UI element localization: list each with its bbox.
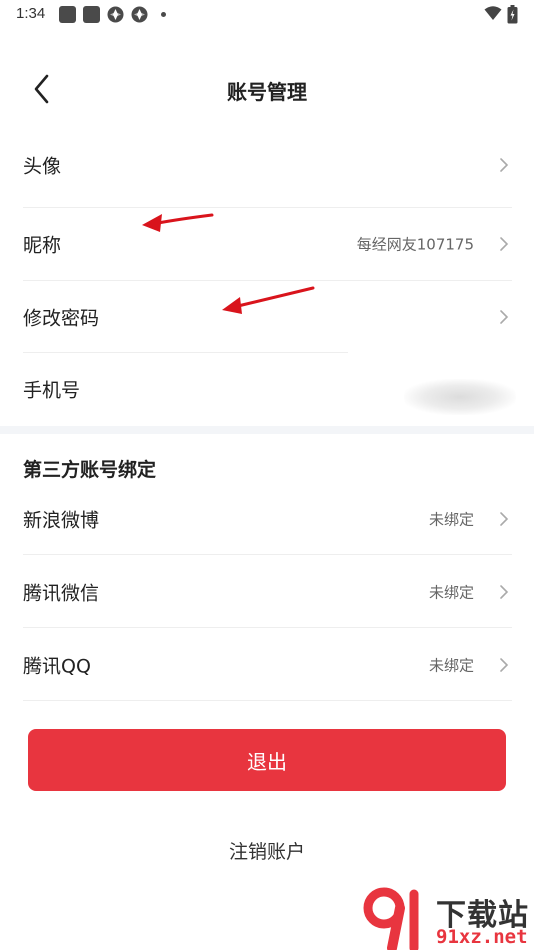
chevron-right-icon [500,310,509,324]
chevron-right-icon [500,512,509,526]
cancel-account-link[interactable]: 注销账户 [0,837,534,864]
row-label: 修改密码 [23,307,100,330]
chevron-right-icon [500,658,509,672]
chevron-right-icon [500,158,509,172]
notification-app-icon [59,6,76,23]
row-label: 手机号 [23,379,81,402]
logout-button[interactable]: 退出 [28,729,506,791]
row-phone[interactable]: 手机号 [0,353,534,425]
divider [23,627,512,628]
section-separator [0,426,534,434]
row-label: 腾讯QQ [23,655,91,678]
binding-status: 未绑定 [428,510,474,529]
row-label: 腾讯微信 [23,582,100,605]
more-notifications-dot-icon [161,12,166,17]
nickname-value: 每经网友107175 [356,235,474,254]
watermark-logo-icon [363,887,419,950]
watermark: 下载站 91xz.net [362,886,534,950]
header: 账号管理 [0,60,534,118]
page-title: 账号管理 [227,80,307,104]
row-label: 新浪微博 [23,509,100,532]
wifi-icon [484,6,502,20]
divider [23,700,512,701]
binding-status: 未绑定 [428,583,474,602]
watermark-domain: 91xz.net [436,926,528,948]
status-time: 1:34 [16,5,46,22]
row-sina-weibo[interactable]: 新浪微博 未绑定 [0,483,534,555]
notification-app-icon [83,6,100,23]
chevron-right-icon [500,237,509,251]
binding-status: 未绑定 [428,656,474,675]
row-avatar[interactable]: 头像 [0,129,534,201]
row-change-password[interactable]: 修改密码 [0,281,534,353]
row-tencent-qq[interactable]: 腾讯QQ 未绑定 [0,629,534,701]
aperture-icon [131,6,148,23]
aperture-icon [107,6,124,23]
row-label: 头像 [23,155,62,178]
status-bar: 1:34 [0,0,534,30]
battery-charging-icon [507,5,518,24]
phone-number-redacted [404,379,516,415]
row-tencent-wechat[interactable]: 腾讯微信 未绑定 [0,556,534,628]
divider [23,554,512,555]
section-title: 第三方账号绑定 [23,459,157,481]
row-label: 昵称 [23,234,62,257]
row-nickname[interactable]: 昵称 每经网友107175 [0,208,534,280]
chevron-right-icon [500,585,509,599]
